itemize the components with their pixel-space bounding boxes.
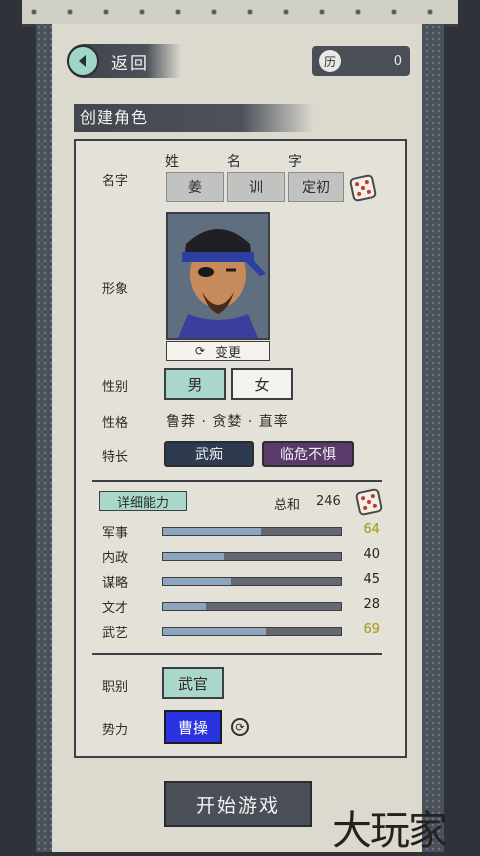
stat-bar (162, 627, 342, 636)
back-arrow-icon (67, 45, 99, 77)
stat-bar-fill (163, 578, 231, 585)
currency-value: 0 (393, 53, 402, 69)
divider-top (92, 480, 382, 482)
character-portrait (166, 212, 270, 340)
personality-value: 鲁莽 · 贪婪 · 直率 (166, 414, 289, 430)
name-label: 名字 (102, 174, 129, 189)
start-game-button[interactable]: 开始游戏 (164, 781, 312, 827)
change-portrait-button[interactable]: ⟳ 变更 (166, 341, 270, 361)
faction-label: 势力 (102, 723, 129, 738)
given-name-field[interactable]: 训 (227, 172, 285, 202)
stat-name: 内政 (102, 551, 129, 566)
personality-label: 性格 (102, 416, 129, 431)
stat-value: 64 (363, 522, 380, 537)
stat-bar (162, 577, 342, 586)
stat-name: 军事 (102, 526, 129, 541)
gender-male-button[interactable]: 男 (164, 368, 226, 400)
stat-bar-fill (163, 528, 261, 535)
randomize-stats-dice-icon[interactable] (354, 487, 384, 517)
stat-bar (162, 527, 342, 536)
stat-row: 谋略 45 (102, 572, 382, 592)
scroll-top-border (22, 0, 458, 27)
given-name-header: 名 (227, 154, 241, 170)
stat-bar (162, 602, 342, 611)
stat-name: 武艺 (102, 626, 129, 641)
stat-bar-fill (163, 628, 267, 635)
faction-button[interactable]: 曹操 (164, 710, 222, 744)
swap-faction-icon[interactable]: ⟳ (231, 718, 249, 736)
stat-bar (162, 552, 342, 561)
detail-abilities-button[interactable]: 详细能力 (99, 491, 187, 511)
role-button[interactable]: 武官 (162, 667, 224, 699)
stat-row: 军事 64 (102, 522, 382, 542)
surname-header: 姓 (165, 154, 179, 170)
refresh-icon: ⟳ (194, 344, 206, 358)
specialty-tag-1[interactable]: 武痴 (164, 441, 254, 467)
currency-icon: 历 (319, 50, 341, 72)
back-button[interactable]: 返回 (67, 44, 181, 78)
stat-value: 40 (363, 547, 380, 562)
total-value: 246 (316, 494, 341, 509)
stat-row: 文才 28 (102, 597, 382, 617)
stat-bar-fill (163, 603, 206, 610)
watermark-logo: 大玩家 (332, 808, 448, 854)
stat-row: 武艺 69 (102, 622, 382, 642)
page-title: 创建角色 (74, 104, 314, 132)
stat-row: 内政 40 (102, 547, 382, 567)
courtesy-name-header: 字 (288, 154, 302, 170)
stat-name: 文才 (102, 601, 129, 616)
role-label: 职别 (102, 680, 129, 695)
stat-value: 45 (363, 572, 380, 587)
gender-female-button[interactable]: 女 (231, 368, 293, 400)
stat-value: 28 (363, 597, 380, 612)
stat-bar-fill (163, 553, 224, 560)
appearance-label: 形象 (102, 282, 129, 297)
surname-field[interactable]: 姜 (166, 172, 224, 202)
randomize-name-dice-icon[interactable] (348, 173, 378, 203)
total-label: 总和 (274, 498, 301, 513)
currency-display: 历 0 (312, 46, 410, 76)
divider-bottom (92, 653, 382, 655)
courtesy-name-field[interactable]: 定初 (288, 172, 344, 202)
change-label: 变更 (215, 345, 242, 361)
back-label: 返回 (111, 53, 149, 74)
stat-value: 69 (363, 622, 380, 637)
gender-label: 性别 (102, 380, 129, 395)
specialty-label: 特长 (102, 450, 129, 465)
specialty-tag-2[interactable]: 临危不惧 (262, 441, 354, 467)
stat-name: 谋略 (102, 576, 129, 591)
